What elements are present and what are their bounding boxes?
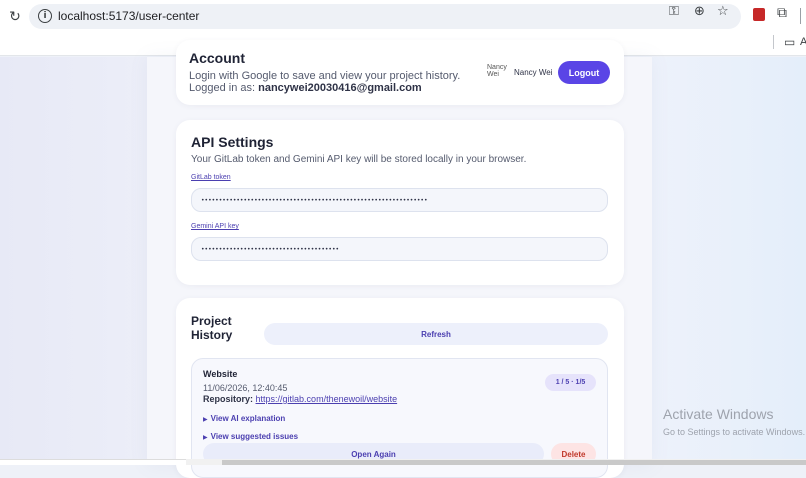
account-title: Account — [189, 50, 245, 66]
triangle-right-icon: ▶ — [203, 416, 208, 423]
extension-icon[interactable] — [753, 8, 765, 21]
refresh-button[interactable]: Refresh — [264, 323, 608, 345]
entry-repository: Repository: https://gitlab.com/thenewoil… — [203, 394, 397, 404]
account-email: nancywei20030416@gmail.com — [258, 82, 422, 94]
address-bar[interactable]: i localhost:5173/user-center — [29, 4, 741, 29]
logged-in-label: Logged in as: — [189, 82, 256, 94]
key-icon[interactable]: ⚿ — [669, 4, 679, 19]
ai-explanation-label[interactable]: View AI explanation — [211, 414, 286, 423]
scrollbar-thumb[interactable] — [222, 460, 806, 465]
ai-explanation-toggle[interactable]: ▶ View AI explanation — [203, 414, 285, 423]
account-login-hint: Login with Google to save and view your … — [189, 70, 461, 82]
suggested-issues-label[interactable]: View suggested issues — [211, 432, 298, 441]
toolbar-divider — [800, 8, 801, 24]
account-description: Login with Google to save and view your … — [189, 70, 460, 94]
project-history-title: Project History — [191, 314, 233, 342]
status-bar — [0, 459, 186, 465]
avatar: Nancy Wei — [487, 64, 507, 78]
puzzle-icon[interactable]: ⧉ — [777, 5, 787, 21]
repository-link[interactable]: https://gitlab.com/thenewoil/website — [256, 394, 398, 404]
repository-label: Repository: — [203, 394, 254, 404]
api-settings-subtitle: Your GitLab token and Gemini API key wil… — [191, 154, 527, 165]
star-icon[interactable]: ☆ — [717, 4, 729, 19]
suggested-issues-toggle[interactable]: ▶ View suggested issues — [203, 432, 298, 441]
gemini-key-label[interactable]: Gemini API key — [191, 223, 239, 230]
watermark-subtitle: Go to Settings to activate Windows. — [663, 427, 806, 437]
reload-icon[interactable]: ↻ — [6, 8, 24, 26]
score-badge: 1 / 5 · 1/5 — [545, 374, 596, 391]
folder-icon[interactable]: ▭ — [784, 35, 795, 49]
bookmark-divider — [773, 35, 774, 49]
url-text[interactable]: localhost:5173/user-center — [58, 9, 199, 23]
user-name: Nancy Wei — [514, 68, 553, 77]
triangle-right-icon: ▶ — [203, 434, 208, 441]
entry-name: Website — [203, 369, 238, 379]
zoom-icon[interactable]: ⊕ — [694, 4, 705, 19]
gemini-key-field[interactable]: ••••••••••••••••••••••••••••••••••••••• — [191, 237, 608, 261]
entry-date: 11/06/2026, 12:40:45 — [203, 383, 288, 393]
api-settings-title: API Settings — [191, 134, 274, 150]
watermark-title: Activate Windows — [663, 406, 774, 422]
gitlab-token-label[interactable]: GitLab token — [191, 174, 231, 181]
info-icon[interactable]: i — [38, 9, 52, 23]
bookmark-folder-label[interactable]: A — [800, 36, 806, 48]
gitlab-token-field[interactable]: ••••••••••••••••••••••••••••••••••••••••… — [191, 188, 608, 212]
logout-button[interactable]: Logout — [558, 61, 610, 84]
account-logged-in: Logged in as: nancywei20030416@gmail.com — [189, 82, 460, 94]
